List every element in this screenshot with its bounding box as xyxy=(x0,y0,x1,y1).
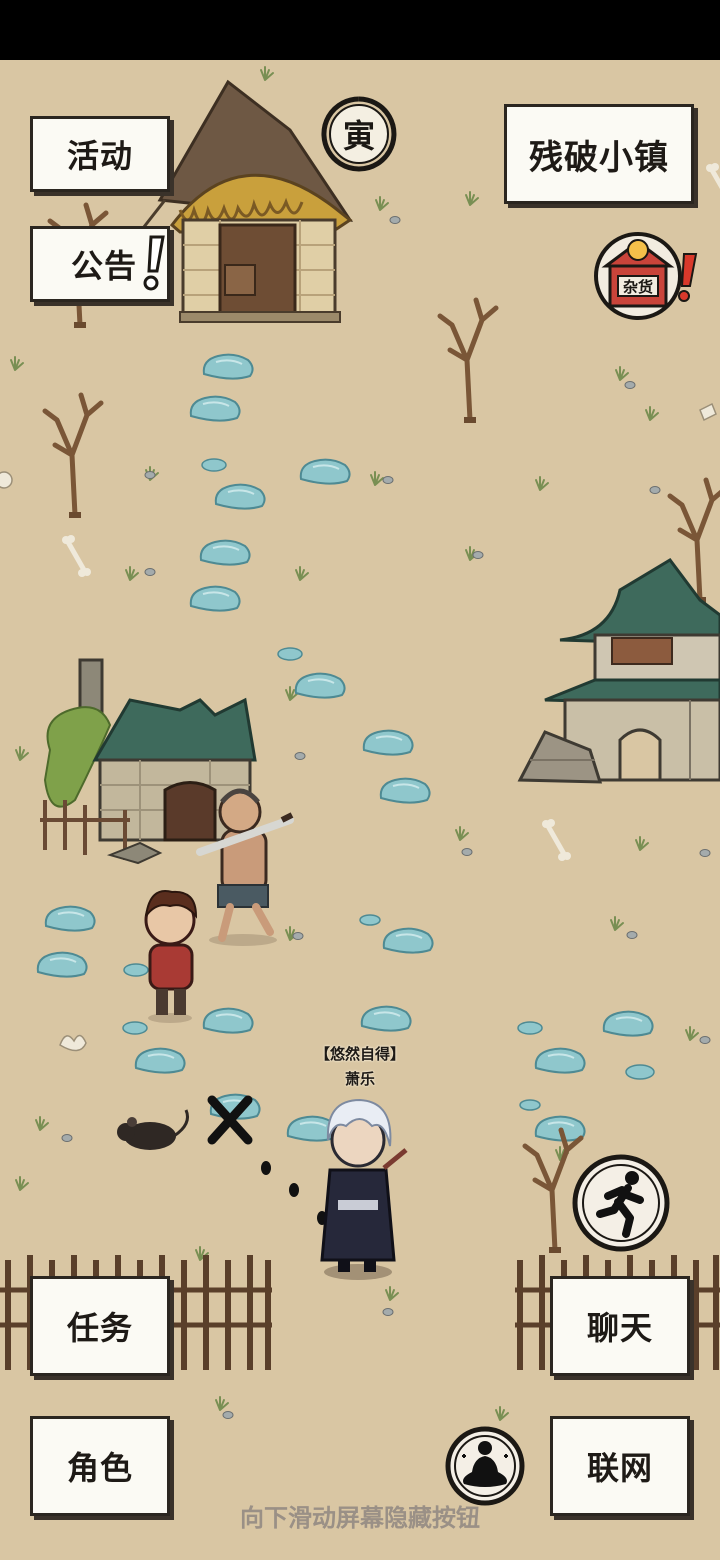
ruined-house-left xyxy=(40,658,257,865)
ruined-temple-right xyxy=(517,558,720,784)
run-button[interactable] xyxy=(570,1152,672,1254)
thatched-hut xyxy=(138,79,354,323)
shop-sign-text: 杂货 xyxy=(623,278,653,296)
activity-button[interactable]: 活动 xyxy=(30,116,170,192)
rat xyxy=(117,1109,189,1150)
time-seal-char: 寅 xyxy=(343,117,375,155)
player-title: 【悠然自得】 xyxy=(314,1045,405,1063)
player-character xyxy=(320,1098,408,1280)
meditation-icon xyxy=(445,1426,525,1506)
running-man-icon xyxy=(572,1154,670,1252)
location-title: 残破小镇 xyxy=(504,104,694,204)
notice-button-label: 公告 xyxy=(71,247,138,285)
meditate-button[interactable] xyxy=(444,1420,526,1510)
notice-button[interactable]: 公告 xyxy=(30,226,170,302)
player-name: 萧乐 xyxy=(344,1070,375,1088)
chat-button[interactable]: 聊天 xyxy=(550,1276,690,1376)
game-screen: 【悠然自得】 萧乐 寅 活动 公告 残破小镇 杂货 任务 角色 聊天 联网 向下… xyxy=(0,0,720,1560)
notice-alert-icon xyxy=(143,235,165,291)
hide-buttons-hint: 向下滑动屏幕隐藏按钮 xyxy=(240,1504,480,1532)
time-seal-badge[interactable]: 寅 xyxy=(320,95,398,173)
npc-boy-red xyxy=(144,890,198,1023)
general-store-icon[interactable]: 杂货 xyxy=(592,224,702,328)
status-bar xyxy=(0,0,720,60)
tasks-button[interactable]: 任务 xyxy=(30,1276,170,1376)
